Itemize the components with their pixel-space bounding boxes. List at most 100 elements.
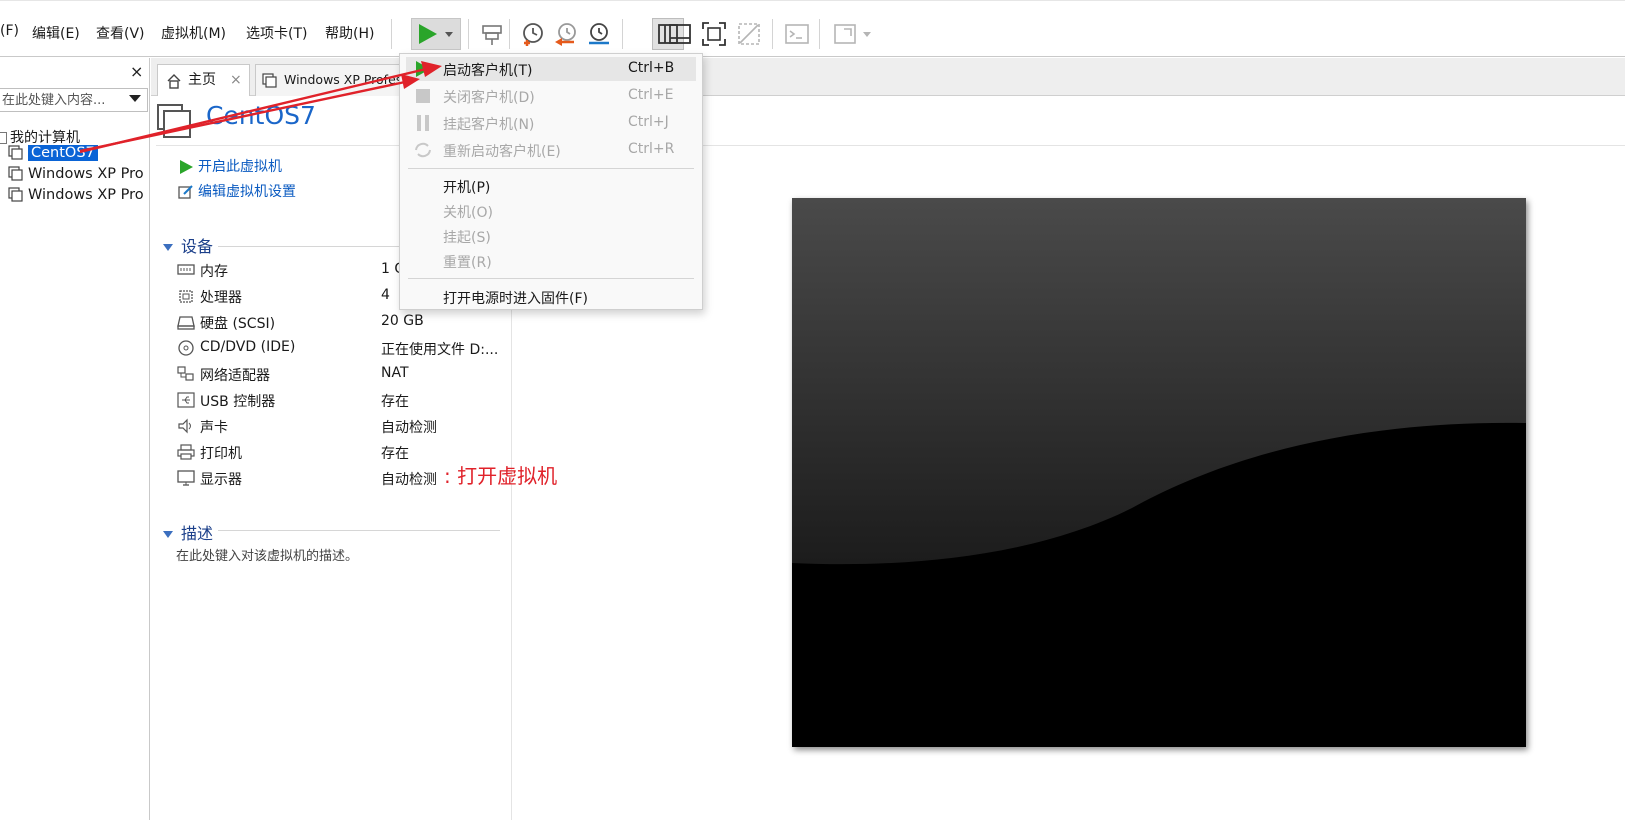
unity-icon (738, 23, 760, 45)
send-ctrl-alt-del-button[interactable] (478, 20, 506, 48)
stop-icon (416, 89, 430, 103)
library-search-input[interactable] (0, 89, 120, 111)
power-on-vm-link[interactable]: 开启此虚拟机 (178, 156, 282, 176)
device-row[interactable]: 声卡 自动检测 (177, 415, 507, 437)
menu-item-start-guest[interactable]: 启动客户机(T) Ctrl+B (406, 57, 696, 81)
library-panel: × 我的计算机 CentOS7 Windows XP Pro Windows X… (0, 58, 150, 820)
play-icon (416, 61, 430, 77)
device-value: NAT (381, 365, 409, 381)
tree-item-label: Windows XP Pro (28, 187, 144, 203)
play-icon (419, 24, 453, 44)
unity-button[interactable] (735, 20, 763, 48)
console-view-button[interactable] (783, 20, 811, 48)
tree-toggle-icon[interactable] (0, 132, 7, 144)
tab-home[interactable]: 主页 × (157, 64, 250, 96)
menu-item-label: 重新启动客户机(E) (443, 144, 561, 160)
play-icon (180, 160, 193, 174)
close-library-button[interactable]: × (130, 62, 143, 81)
menu-item-shortcut: Ctrl+R (628, 141, 675, 157)
menu-tabs[interactable]: 选项卡(T) (246, 23, 307, 43)
tab-windows-xp[interactable]: Windows XP Professi (255, 64, 405, 96)
revert-snapshot-button[interactable] (552, 20, 580, 48)
device-name: 声卡 (200, 420, 228, 436)
device-row[interactable]: CD/DVD (IDE) 正在使用文件 D:... (177, 337, 507, 359)
console-view-icon (785, 24, 809, 44)
device-name: 打印机 (200, 446, 242, 462)
tree-item-windows-xp-1[interactable]: Windows XP Pro (8, 164, 144, 184)
tree-item-label: Windows XP Pro (28, 166, 144, 182)
menu-item-restart-guest[interactable]: 重新启动客户机(E) Ctrl+R (406, 138, 696, 162)
device-row[interactable]: USB 控制器 存在 (177, 389, 507, 411)
menu-separator (408, 278, 694, 279)
snapshot-manager-button[interactable] (585, 20, 613, 48)
tree-item-windows-xp-2[interactable]: Windows XP Pro (8, 185, 144, 205)
tree-item-centos7[interactable]: CentOS7 (8, 143, 98, 163)
device-value: 20 GB (381, 313, 424, 329)
restart-icon (415, 142, 431, 158)
network-adapter-icon (177, 366, 194, 381)
usb-icon (177, 392, 195, 408)
description-section-title: 描述 (181, 524, 214, 543)
menu-item-shortcut: Ctrl+J (628, 114, 669, 130)
take-snapshot-button[interactable] (519, 20, 547, 48)
menu-item-power-on[interactable]: 开机(P) (406, 174, 696, 198)
description-section-header[interactable]: 描述 (163, 520, 213, 544)
edit-vm-settings-link[interactable]: 编辑虚拟机设置 (178, 181, 296, 201)
menu-edit[interactable]: 编辑(E) (32, 23, 80, 43)
menu-item-suspend-guest[interactable]: 挂起客户机(N) Ctrl+J (406, 111, 696, 135)
collapse-triangle-icon (163, 244, 173, 251)
vm-header: CentOS7 (156, 97, 1625, 146)
stretch-button[interactable] (832, 20, 871, 48)
menu-item-reset[interactable]: 重置(R) (406, 249, 696, 273)
toolbar-separator (772, 19, 773, 49)
menu-item-label: 启动客户机(T) (443, 63, 533, 79)
device-row[interactable]: 网络适配器 NAT (177, 363, 507, 385)
hard-disk-icon (177, 316, 195, 330)
tab-close-button[interactable]: × (230, 65, 242, 95)
device-name: 硬盘 (SCSI) (200, 316, 276, 332)
full-screen-button[interactable] (700, 20, 728, 48)
menu-separator (408, 168, 694, 169)
display-icon (177, 470, 195, 486)
toolbar-separator (509, 19, 510, 49)
menu-item-label: 重置(R) (443, 255, 492, 271)
devices-section-header[interactable]: 设备 (163, 233, 213, 257)
vm-screen-preview[interactable] (792, 198, 1526, 747)
menu-item-label: 挂起客户机(N) (443, 117, 535, 133)
full-screen-icon (702, 22, 726, 46)
library-search (0, 88, 148, 112)
menu-file[interactable]: (F) (0, 23, 19, 39)
tab-bar: 主页 × Windows XP Professi (151, 58, 1625, 96)
menu-item-power-off[interactable]: 关机(O) (406, 199, 696, 223)
snapshot-manager-icon (589, 23, 609, 45)
vm-icon (8, 187, 23, 202)
vm-icon (8, 166, 23, 181)
power-on-button[interactable] (411, 18, 461, 50)
menu-item-shutdown-guest[interactable]: 关闭客户机(D) Ctrl+E (406, 84, 696, 108)
device-value: 存在 (381, 446, 409, 462)
description-field[interactable]: 在此处键入对该虚拟机的描述。 (176, 545, 358, 564)
device-row[interactable]: 硬盘 (SCSI) 20 GB (177, 311, 507, 333)
device-name: 内存 (200, 264, 228, 280)
cpu-icon (179, 290, 193, 303)
vm-preview-image (792, 198, 1526, 747)
menu-view[interactable]: 查看(V) (96, 23, 145, 43)
device-name: CD/DVD (IDE) (200, 339, 296, 355)
edit-settings-icon (178, 185, 193, 199)
tree-item-label: CentOS7 (28, 145, 98, 161)
menu-item-suspend[interactable]: 挂起(S) (406, 224, 696, 248)
menu-help[interactable]: 帮助(H) (325, 23, 374, 43)
thumbnail-bar-button[interactable] (666, 20, 694, 48)
menu-item-label: 关机(O) (443, 205, 493, 221)
vm-icon (262, 73, 277, 88)
send-ctrl-alt-del-icon (482, 25, 502, 45)
chevron-down-icon[interactable] (129, 95, 141, 102)
toolbar-separator (819, 19, 820, 49)
menu-item-shortcut: Ctrl+B (628, 60, 675, 76)
menu-vm[interactable]: 虚拟机(M) (161, 23, 226, 43)
menu-item-power-on-to-firmware[interactable]: 打开电源时进入固件(F) (406, 285, 696, 309)
pause-icon (417, 115, 429, 131)
revert-snapshot-icon (555, 23, 576, 46)
menu-item-shortcut: Ctrl+E (628, 87, 674, 103)
power-menu: 启动客户机(T) Ctrl+B 关闭客户机(D) Ctrl+E 挂起客户机(N)… (399, 53, 703, 310)
